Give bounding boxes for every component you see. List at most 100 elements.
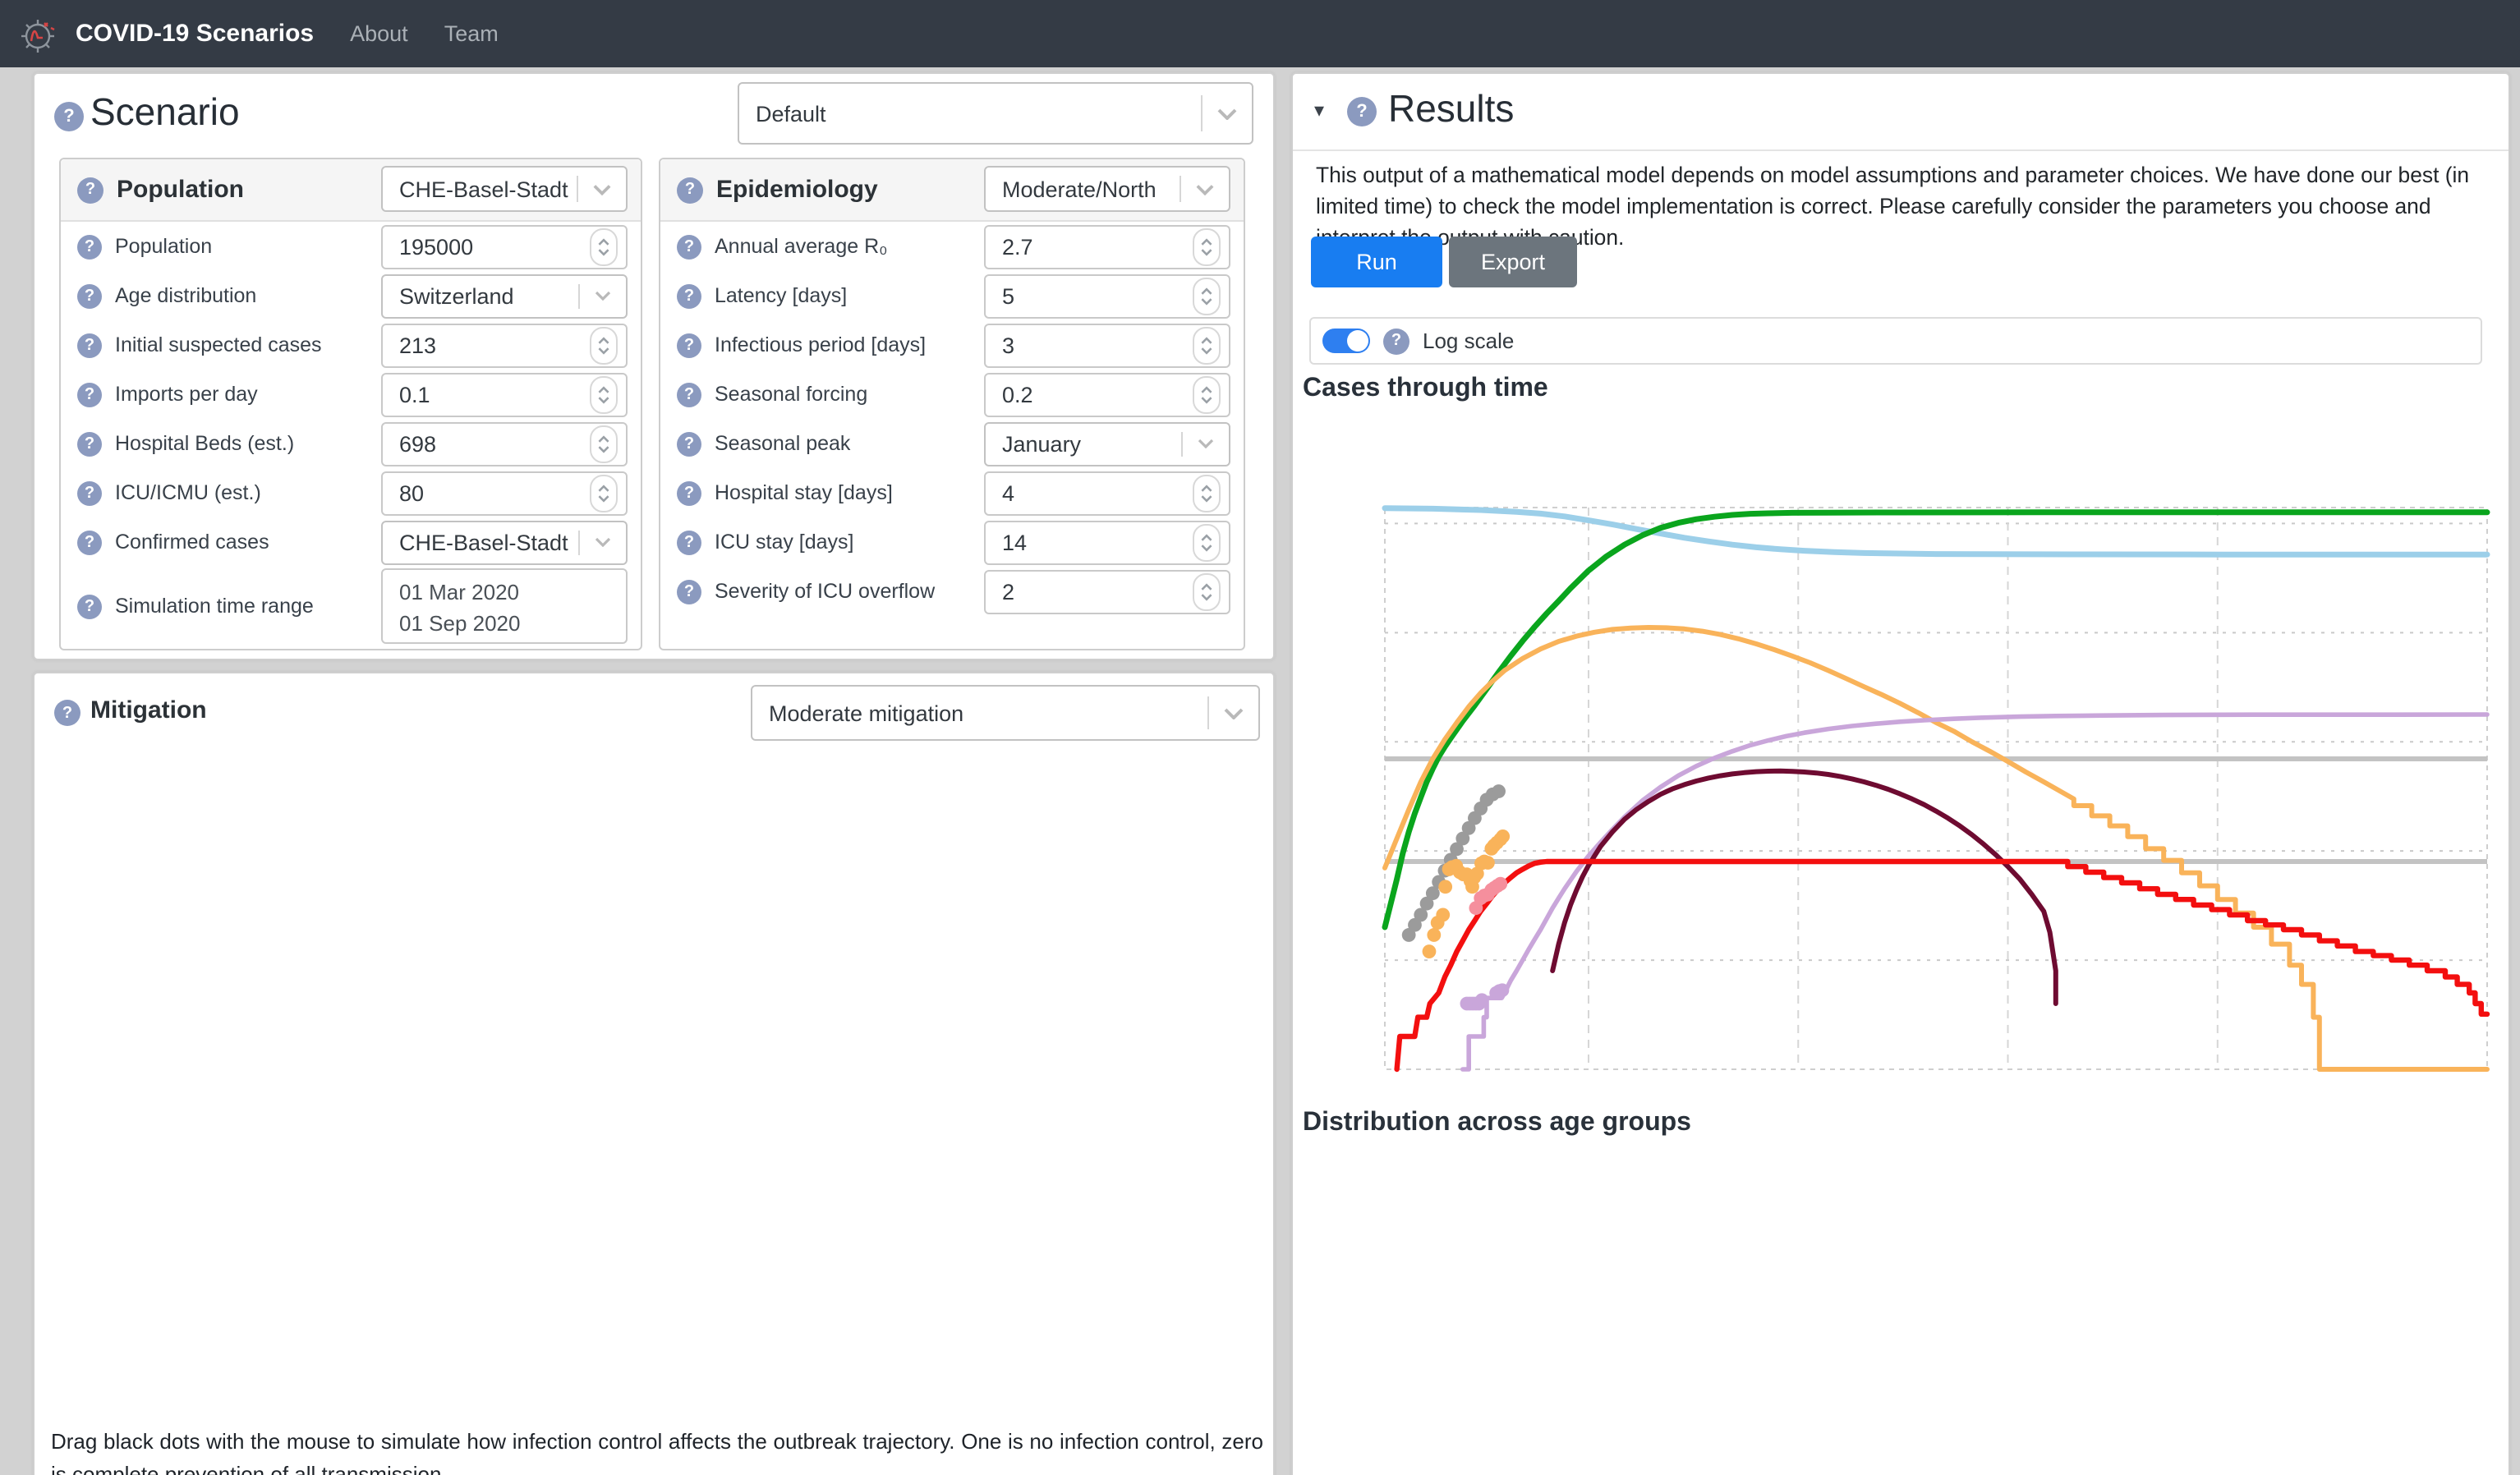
input-latency-days[interactable]: 5 [984,273,1230,318]
mitigation-header: ? Mitigation Moderate mitigation [34,673,1273,756]
input-seasonal-forcing[interactable]: 0.2 [984,372,1230,416]
mitigation-help-icon[interactable]: ? [54,700,80,726]
age-chart [1298,1197,2507,1467]
field-help-icon[interactable]: ? [77,480,102,505]
app-title[interactable]: COVID-19 Scenarios [76,20,314,48]
log-scale-help-icon[interactable]: ? [1383,328,1409,354]
input-annual-average-r[interactable]: 2.7 [984,224,1230,269]
number-stepper[interactable] [590,326,618,364]
scenario-preset-select[interactable]: Default [738,82,1253,145]
chevron-down-icon [1181,183,1229,195]
input-icu-icmu-est[interactable]: 80 [381,471,628,515]
epidemiology-row: ? Hospital stay [days] 4 [660,468,1244,517]
population-row: ?Simulation time range01 Mar 202001 Sep … [61,567,641,646]
field-value: 3 [986,333,1193,357]
field-help-icon[interactable]: ? [77,333,102,357]
cases-chart-title: Cases through time [1303,374,1548,404]
simulation-time-range[interactable]: 01 Mar 202001 Sep 2020 [381,568,628,644]
input-severity-of-icu-overflow[interactable]: 2 [984,569,1230,613]
results-help-icon[interactable]: ? [1347,97,1377,126]
field-help-icon[interactable]: ? [677,579,701,604]
scenario-card: ? Scenario Default ? Population CHE-Base… [33,72,1275,660]
chevron-down-icon [580,291,626,301]
number-stepper[interactable] [590,375,618,413]
field-value: 2.7 [986,234,1193,259]
number-stepper[interactable] [590,425,618,462]
input-hospital-beds-est[interactable]: 698 [381,421,628,466]
field-value: CHE-Basel-Stadt [383,530,578,554]
field-value: 698 [383,431,590,456]
date-value: 01 Sep 2020 [399,608,609,639]
field-help-icon[interactable]: ? [77,431,102,456]
input-icu-stay-days[interactable]: 14 [984,520,1230,564]
log-scale-toggle[interactable] [1322,329,1370,353]
field-value: 195000 [383,234,590,259]
select-age-distribution[interactable]: Switzerland [381,273,628,318]
population-preset-select[interactable]: CHE-Basel-Stadt [381,166,628,212]
field-label: Hospital Beds (est.) [115,432,294,455]
log-scale-label: Log scale [1423,329,1514,353]
number-stepper[interactable] [1193,277,1221,315]
field-help-icon[interactable]: ? [77,283,102,308]
mitigation-note: Drag black dots with the mouse to simula… [51,1426,1263,1475]
results-header: ▾ ? Results [1293,74,2509,151]
field-label: Hospital stay [days] [715,481,893,504]
scenario-help-icon[interactable]: ? [54,102,84,131]
top-navbar: COVID-19 Scenarios About Team [0,0,2520,67]
field-help-icon[interactable]: ? [677,382,701,407]
epidemiology-preset-select[interactable]: Moderate/North [984,166,1230,212]
chevron-down-icon [578,183,626,195]
virus-logo-icon[interactable] [16,12,59,55]
epidemiology-help-icon[interactable]: ? [677,177,703,203]
collapse-caret-icon[interactable]: ▾ [1314,99,1324,122]
number-stepper[interactable] [1193,326,1221,364]
input-infectious-period-days[interactable]: 3 [984,323,1230,367]
results-card: ▾ ? Results This output of a mathematica… [1291,72,2510,1475]
field-value: 2 [986,579,1193,604]
population-help-icon[interactable]: ? [77,177,103,203]
epidemiology-row: ? Latency [days] 5 [660,271,1244,320]
number-stepper[interactable] [590,227,618,265]
population-row: ? ICU/ICMU (est.) 80 [61,468,641,517]
field-help-icon[interactable]: ? [677,530,701,554]
number-stepper[interactable] [1193,572,1221,610]
epidemiology-fields: ?Annual average R₀2.7?Latency [days]5?In… [660,222,1244,616]
number-stepper[interactable] [590,474,618,512]
number-stepper[interactable] [1193,227,1221,265]
field-help-icon[interactable]: ? [677,333,701,357]
nav-link-team[interactable]: Team [444,21,499,46]
field-help-icon[interactable]: ? [677,431,701,456]
nav-link-about[interactable]: About [350,21,408,46]
mitigation-preset-select[interactable]: Moderate mitigation [751,685,1260,741]
chevron-down-icon [1203,108,1252,119]
select-seasonal-peak[interactable]: January [984,421,1230,466]
field-help-icon[interactable]: ? [77,594,102,618]
population-fields: ?Population195000?Age distributionSwitze… [61,222,641,646]
mitigation-chart [34,759,1276,1416]
field-label: Population [115,235,212,258]
run-button[interactable]: Run [1311,237,1442,287]
field-help-icon[interactable]: ? [677,234,701,259]
field-label: Seasonal forcing [715,383,867,406]
field-help-icon[interactable]: ? [677,283,701,308]
number-stepper[interactable] [1193,523,1221,561]
input-initial-suspected-cases[interactable]: 213 [381,323,628,367]
field-help-icon[interactable]: ? [77,382,102,407]
input-imports-per-day[interactable]: 0.1 [381,372,628,416]
number-stepper[interactable] [1193,375,1221,413]
input-population[interactable]: 195000 [381,224,628,269]
field-help-icon[interactable]: ? [77,530,102,554]
export-button[interactable]: Export [1449,237,1577,287]
field-help-icon[interactable]: ? [677,480,701,505]
field-label: Confirmed cases [115,531,269,554]
field-label: Imports per day [115,383,258,406]
number-stepper[interactable] [1193,474,1221,512]
select-confirmed-cases[interactable]: CHE-Basel-Stadt [381,520,628,564]
date-value: 01 Mar 2020 [399,577,609,608]
age-chart-title: Distribution across age groups [1303,1109,1691,1138]
field-label: ICU/ICMU (est.) [115,481,261,504]
field-help-icon[interactable]: ? [77,234,102,259]
field-label: Latency [days] [715,284,847,307]
scenario-header: ? Scenario Default [34,74,1273,156]
input-hospital-stay-days[interactable]: 4 [984,471,1230,515]
